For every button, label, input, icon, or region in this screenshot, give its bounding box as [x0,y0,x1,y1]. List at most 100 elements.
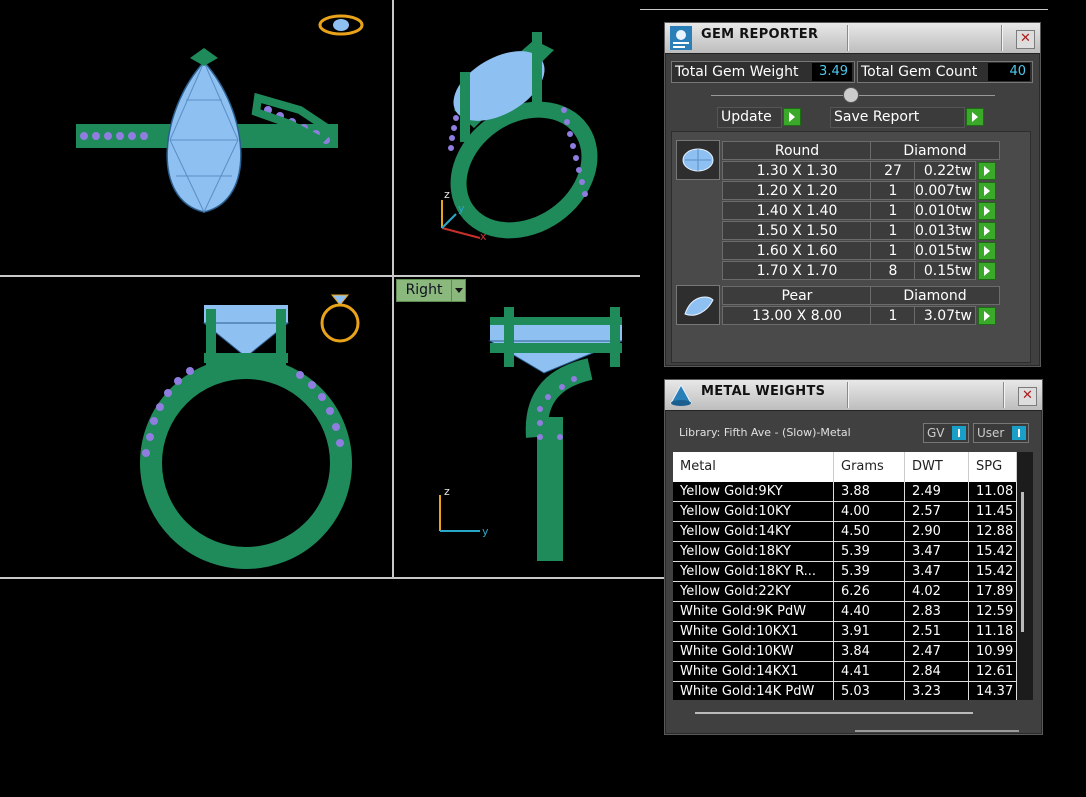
metal-spg: 11.08 [969,482,1017,502]
save-report-button[interactable]: Save Report [830,107,965,128]
gem-qty: 27 [870,161,916,180]
metal-weights-close-button[interactable]: ✕ [1018,387,1037,406]
metal-grams: 4.50 [834,522,905,542]
metal-name: White Gold:14K PdW [673,682,834,700]
metal-name: White Gold:9K PdW [673,602,834,622]
user-toggle[interactable]: User [973,423,1029,443]
metal-weights-icon [670,383,692,406]
user-toggle-switch-icon[interactable] [1012,426,1026,440]
table-row[interactable]: Yellow Gold:9KY 3.88 2.49 11.08 [673,482,1017,502]
metal-grams: 6.26 [834,582,905,602]
metal-dwt: 2.90 [905,522,969,542]
metal-spg: 12.61 [969,662,1017,682]
gem-row-go-icon[interactable] [978,182,996,200]
table-row[interactable]: White Gold:14K PdW 5.03 3.23 14.37 [673,682,1017,700]
table-row[interactable]: Yellow Gold:18KY R... 5.39 3.47 15.42 [673,562,1017,582]
table-row[interactable]: White Gold:9K PdW 4.40 2.83 12.59 [673,602,1017,622]
gem-size: 1.40 X 1.40 [722,201,872,220]
table-row[interactable]: Yellow Gold:14KY 4.50 2.90 12.88 [673,522,1017,542]
metal-dwt: 3.47 [905,542,969,562]
pear-gem-icon [676,285,720,325]
view-dropdown-arrow-icon[interactable] [451,279,466,302]
metal-weights-titlebar[interactable]: METAL WEIGHTS ✕ [665,380,1042,411]
metal-grams: 3.88 [834,482,905,502]
total-gem-weight-label: Total Gem Weight [675,64,799,80]
gem-row: 1.50 X 1.50 1 0.013tw [722,221,1002,240]
metal-dwt: 2.84 [905,662,969,682]
table-row[interactable]: White Gold:10KX1 3.91 2.51 11.18 [673,622,1017,642]
update-button[interactable]: Update [717,107,782,128]
axis-label-x: x [480,230,487,243]
gem-reporter-close-button[interactable]: ✕ [1016,30,1035,49]
viewport-right[interactable]: z y [394,277,640,577]
metal-name: White Gold:10KX1 [673,622,834,642]
ring-top-view [76,14,364,214]
metal-table-vertical-scrollbar[interactable] [1021,492,1024,632]
metal-grams: 4.40 [834,602,905,622]
gem-weight: 0.013tw [914,221,976,240]
metal-dwt: 2.83 [905,602,969,622]
update-go-icon[interactable] [783,108,801,126]
gem-row: 1.40 X 1.40 1 0.010tw [722,201,1002,220]
table-row[interactable]: Yellow Gold:10KY 4.00 2.57 11.45 [673,502,1017,522]
gv-toggle-switch-icon[interactable] [952,426,966,440]
round-header-row: Round Diamond [722,141,1002,160]
gem-row-go-icon[interactable] [978,242,996,260]
view-name-dropdown[interactable]: Right [396,279,452,302]
gem-row: 1.70 X 1.70 8 0.15tw [722,261,1002,280]
viewport-perspective[interactable]: z y x [394,0,640,275]
gem-weight: 0.22tw [914,161,976,180]
axis-label-z: z [444,188,450,201]
viewport-front[interactable] [0,277,392,577]
gem-qty: 1 [870,241,916,260]
gem-size: 13.00 X 8.00 [722,306,872,325]
metal-panel-footer-rule [855,730,1019,732]
gem-reporter-icon [670,26,692,50]
gem-reporter-slider-handle[interactable] [843,87,859,103]
metal-grams: 4.00 [834,502,905,522]
col-metal[interactable]: Metal [673,452,834,482]
viewport-bottom-border [0,577,665,579]
gem-qty: 1 [870,181,916,200]
col-grams[interactable]: Grams [834,452,905,482]
metal-dwt: 3.23 [905,682,969,700]
metal-spg: 12.88 [969,522,1017,542]
gem-row-go-icon[interactable] [978,262,996,280]
metal-spg: 14.37 [969,682,1017,700]
gem-size: 1.20 X 1.20 [722,181,872,200]
save-report-go-icon[interactable] [966,108,984,126]
gem-size: 1.50 X 1.50 [722,221,872,240]
metal-spg: 12.59 [969,602,1017,622]
axis-label-y-right: y [482,525,489,538]
metal-grams: 4.41 [834,662,905,682]
metal-name: White Gold:10KW [673,642,834,662]
gv-toggle[interactable]: GV [923,423,969,443]
gem-reporter-titlebar[interactable]: GEM REPORTER ✕ [665,23,1040,54]
table-row[interactable]: White Gold:14KX1 4.41 2.84 12.61 [673,662,1017,682]
table-row[interactable]: Yellow Gold:18KY 5.39 3.47 15.42 [673,542,1017,562]
metal-name: Yellow Gold:22KY [673,582,834,602]
gem-qty: 1 [870,201,916,220]
gem-list: Round Diamond 1.30 X 1.30 27 0.22tw 1.20 X … [671,131,1031,363]
col-dwt[interactable]: DWT [905,452,969,482]
gem-row: 13.00 X 8.00 1 3.07tw [722,306,1002,325]
viewport-top[interactable] [0,0,392,275]
gem-row-go-icon[interactable] [978,307,996,325]
gem-row-go-icon[interactable] [978,222,996,240]
gem-row-go-icon[interactable] [978,162,996,180]
gem-weight: 3.07tw [914,306,976,325]
metal-name: Yellow Gold:18KY [673,542,834,562]
col-spg[interactable]: SPG [969,452,1017,482]
metal-weights-title: METAL WEIGHTS [701,384,826,399]
metal-grams: 3.84 [834,642,905,662]
metal-name: Yellow Gold:14KY [673,522,834,542]
metal-name: Yellow Gold:10KY [673,502,834,522]
gem-row-go-icon[interactable] [978,202,996,220]
ring-perspective-view: z y x [441,32,598,243]
metal-name: Yellow Gold:18KY R... [673,562,834,582]
metal-table-horizontal-scrollbar[interactable] [695,712,973,714]
gem-row: 1.30 X 1.30 27 0.22tw [722,161,1002,180]
table-row[interactable]: White Gold:10KW 3.84 2.47 10.99 [673,642,1017,662]
table-row[interactable]: Yellow Gold:22KY 6.26 4.02 17.89 [673,582,1017,602]
gem-reporter-panel: GEM REPORTER ✕ Total Gem Weight 3.49 Tot… [664,22,1041,367]
